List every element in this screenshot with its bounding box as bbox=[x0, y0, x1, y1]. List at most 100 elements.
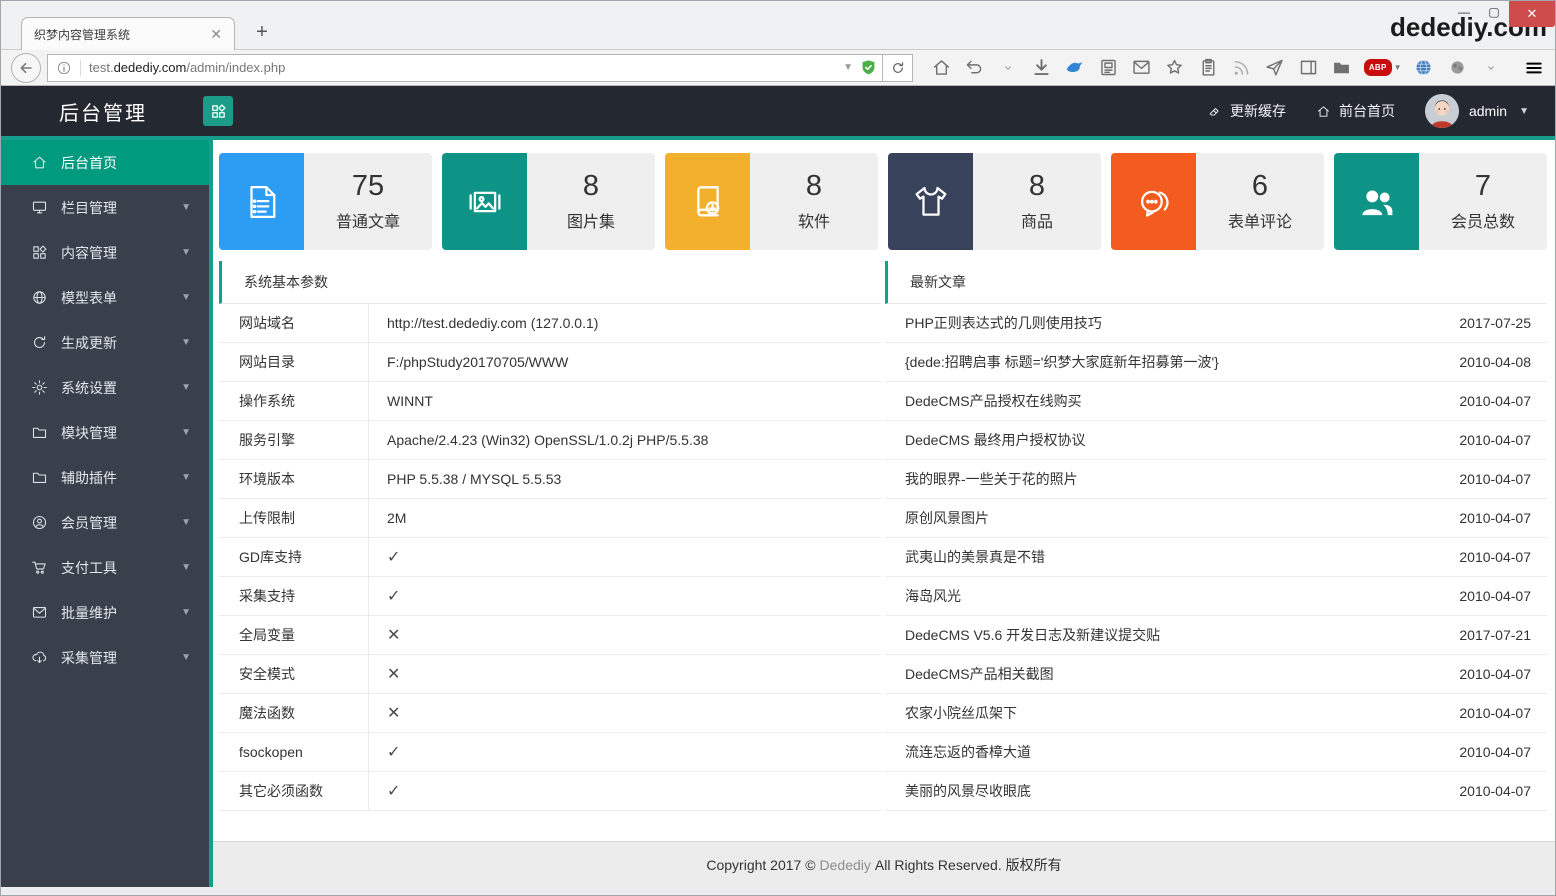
tb-globe-icon[interactable] bbox=[1413, 53, 1435, 83]
window-minimize-icon[interactable]: — bbox=[1449, 1, 1479, 23]
url-text: test.dedediy.com/admin/index.php bbox=[89, 60, 837, 75]
article-title-link[interactable]: DedeCMS产品授权在线购买 bbox=[905, 391, 1082, 411]
article-title-link[interactable]: DedeCMS 最终用户授权协议 bbox=[905, 430, 1085, 450]
stat-label: 普通文章 bbox=[336, 208, 400, 232]
avatar bbox=[1425, 94, 1459, 128]
dashboard-grid-button[interactable] bbox=[203, 96, 233, 126]
chevron-down-icon: ▼ bbox=[181, 517, 191, 528]
image-icon bbox=[442, 153, 527, 250]
software-icon bbox=[665, 153, 750, 250]
article-title-link[interactable]: DedeCMS产品相关截图 bbox=[905, 664, 1054, 684]
stat-card-body: 8软件 bbox=[750, 153, 878, 250]
menu-icon[interactable] bbox=[1523, 53, 1545, 83]
sidebar-item-辅助插件[interactable]: 辅助插件▼ bbox=[1, 455, 209, 500]
system-param-row: 全局变量✕ bbox=[219, 616, 881, 655]
sidebar-item-label: 模块管理 bbox=[61, 423, 117, 443]
article-title-link[interactable]: DedeCMS V5.6 开发日志及新建议提交贴 bbox=[905, 625, 1160, 645]
sidebar-item-栏目管理[interactable]: 栏目管理▼ bbox=[1, 185, 209, 230]
chevron-down-icon: ▼ bbox=[181, 607, 191, 618]
tb-mail-icon[interactable] bbox=[1130, 53, 1152, 83]
article-title-link[interactable]: {dede:招聘启事 标题='织梦大家庭新年招募第一波'} bbox=[905, 352, 1219, 372]
shield-icon[interactable] bbox=[859, 58, 878, 77]
article-row: 农家小院丝瓜架下2010-04-07 bbox=[885, 694, 1547, 733]
tb-bird-icon[interactable] bbox=[1064, 53, 1086, 83]
chevron-down-icon: ▼ bbox=[181, 652, 191, 663]
sidebar-item-生成更新[interactable]: 生成更新▼ bbox=[1, 320, 209, 365]
param-label: 网站域名 bbox=[219, 304, 369, 342]
sidebar-item-label: 系统设置 bbox=[61, 378, 117, 398]
tab-close-icon[interactable]: ✕ bbox=[210, 27, 222, 41]
window-close-icon[interactable]: ✕ bbox=[1509, 1, 1555, 27]
back-icon[interactable] bbox=[11, 53, 41, 83]
tb-clipboard-icon[interactable] bbox=[1197, 53, 1219, 83]
tb-download-icon[interactable] bbox=[1030, 53, 1052, 83]
new-tab-button[interactable]: + bbox=[249, 21, 275, 44]
window-maximize-icon[interactable]: ▢ bbox=[1479, 1, 1509, 23]
article-title-link[interactable]: 农家小院丝瓜架下 bbox=[905, 703, 1017, 723]
article-title-link[interactable]: 美丽的风景尽收眼底 bbox=[905, 781, 1031, 801]
system-param-row: 上传限制2M bbox=[219, 499, 881, 538]
sidebar-item-批量维护[interactable]: 批量维护 ▼ bbox=[1, 590, 209, 635]
param-label: 上传限制 bbox=[219, 499, 369, 537]
article-title-link[interactable]: PHP正则表达式的几则使用技巧 bbox=[905, 313, 1102, 333]
param-value: 2M bbox=[369, 499, 406, 537]
article-row: 海岛风光2010-04-07 bbox=[885, 577, 1547, 616]
globe-icon bbox=[31, 289, 51, 306]
article-date: 2010-04-07 bbox=[1459, 549, 1531, 565]
tb-plugin-icon[interactable] bbox=[1446, 53, 1468, 83]
article-row: DedeCMS V5.6 开发日志及新建议提交贴2017-07-21 bbox=[885, 616, 1547, 655]
sidebar-item-模块管理[interactable]: 模块管理▼ bbox=[1, 410, 209, 455]
stat-value: 7 bbox=[1475, 171, 1491, 203]
chevron-small-icon[interactable] bbox=[997, 53, 1019, 83]
stat-card-普通文章[interactable]: 75普通文章 bbox=[219, 153, 432, 250]
tb-card-icon[interactable] bbox=[1097, 53, 1119, 83]
tb-send-icon[interactable] bbox=[1264, 53, 1286, 83]
sidebar-item-label: 生成更新 bbox=[61, 333, 117, 353]
front-home-label: 前台首页 bbox=[1339, 101, 1395, 121]
browser-tab[interactable]: 织梦内容管理系统 ✕ bbox=[21, 17, 235, 50]
param-label: 安全模式 bbox=[219, 655, 369, 693]
tb-star-icon[interactable] bbox=[1164, 53, 1186, 83]
adblock-icon[interactable]: ABP▼ bbox=[1364, 53, 1402, 83]
cart-icon bbox=[31, 559, 51, 576]
article-title-link[interactable]: 原创风景图片 bbox=[905, 508, 989, 528]
article-title-link[interactable]: 流连忘返的香樟大道 bbox=[905, 742, 1031, 762]
tb-rss-icon[interactable] bbox=[1230, 53, 1252, 83]
article-title-link[interactable]: 武夷山的美景真是不错 bbox=[905, 547, 1045, 567]
chevron-small-icon[interactable] bbox=[1480, 53, 1502, 83]
sidebar-item-label: 批量维护 bbox=[61, 603, 117, 623]
chevron-down-icon: ▼ bbox=[181, 472, 191, 483]
cloud-icon bbox=[31, 649, 51, 666]
browser-chrome: 织梦内容管理系统 ✕ + dedediy.com — ▢ ✕ test.dede… bbox=[1, 1, 1555, 86]
system-param-row: 其它必须函数✓ bbox=[219, 772, 881, 811]
tb-folder-icon[interactable] bbox=[1330, 53, 1352, 83]
system-param-row: 魔法函数✕ bbox=[219, 694, 881, 733]
site-info-icon[interactable] bbox=[56, 60, 72, 76]
chevron-down-icon[interactable]: ▼ bbox=[843, 62, 853, 73]
tb-home-icon[interactable] bbox=[930, 53, 952, 83]
update-cache-button[interactable]: 更新缓存 bbox=[1207, 101, 1286, 121]
reload-icon[interactable] bbox=[883, 54, 913, 82]
stat-card-表单评论[interactable]: 6表单评论 bbox=[1111, 153, 1324, 250]
tb-window-icon[interactable] bbox=[1297, 53, 1319, 83]
sidebar-item-系统设置[interactable]: 系统设置▼ bbox=[1, 365, 209, 410]
doc-icon bbox=[219, 153, 304, 250]
tb-undo-icon[interactable] bbox=[964, 53, 986, 83]
article-title-link[interactable]: 海岛风光 bbox=[905, 586, 961, 606]
sidebar-item-会员管理[interactable]: 会员管理▼ bbox=[1, 500, 209, 545]
user-menu[interactable]: admin ▼ bbox=[1425, 94, 1529, 128]
stat-label: 软件 bbox=[798, 208, 830, 232]
stat-card-图片集[interactable]: 8图片集 bbox=[442, 153, 655, 250]
url-bar[interactable]: test.dedediy.com/admin/index.php ▼ bbox=[47, 54, 883, 82]
front-home-button[interactable]: 前台首页 bbox=[1316, 101, 1395, 121]
stat-card-商品[interactable]: 8商品 bbox=[888, 153, 1101, 250]
article-title-link[interactable]: 我的眼界-一些关于花的照片 bbox=[905, 469, 1078, 489]
sidebar-item-支付工具[interactable]: 支付工具▼ bbox=[1, 545, 209, 590]
sidebar-item-后台首页[interactable]: 后台首页 bbox=[1, 140, 209, 185]
sidebar-item-采集管理[interactable]: 采集管理▼ bbox=[1, 635, 209, 680]
sidebar-item-模型表单[interactable]: 模型表单▼ bbox=[1, 275, 209, 320]
stat-card-软件[interactable]: 8软件 bbox=[665, 153, 878, 250]
stat-card-会员总数[interactable]: 7会员总数 bbox=[1334, 153, 1547, 250]
grid-icon bbox=[31, 244, 51, 261]
sidebar-item-内容管理[interactable]: 内容管理▼ bbox=[1, 230, 209, 275]
